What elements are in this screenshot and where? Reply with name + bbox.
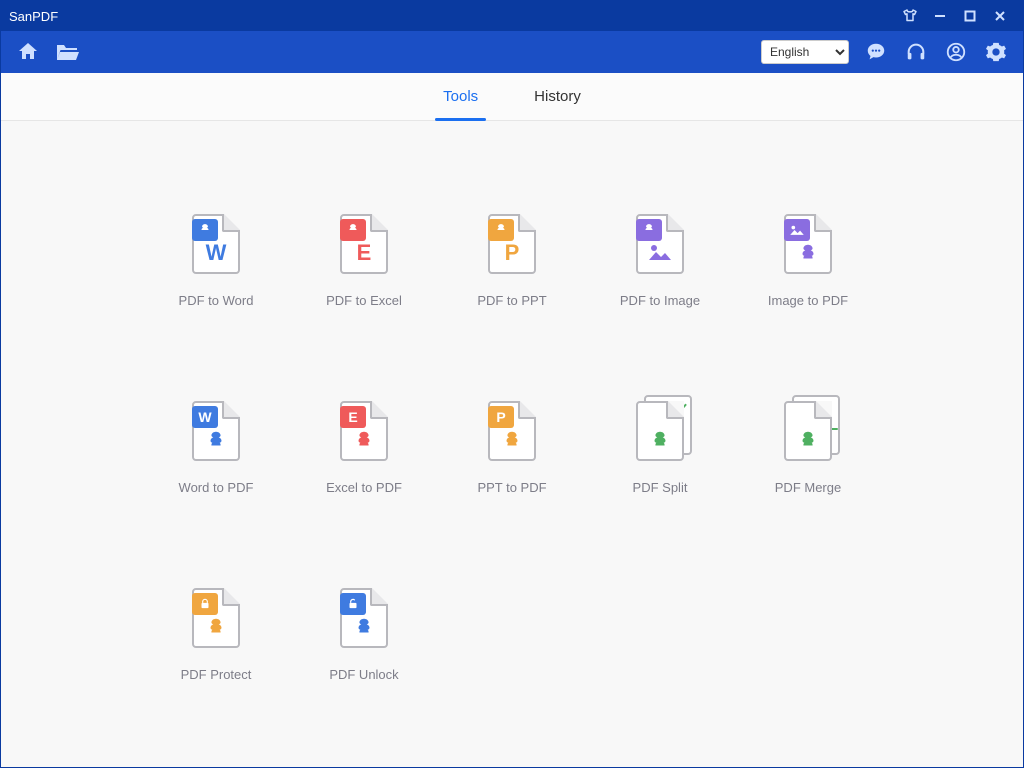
tool-pdf-to-image[interactable]: PDF to Image — [586, 211, 734, 308]
pdf-split-icon — [630, 398, 690, 464]
tool-excel-to-pdf[interactable]: E Excel to PDF — [290, 398, 438, 495]
open-folder-icon[interactable] — [55, 39, 81, 65]
tool-label: PDF Split — [633, 480, 688, 495]
toolbar: English — [1, 31, 1023, 73]
tool-pdf-to-excel[interactable]: E PDF to Excel — [290, 211, 438, 308]
home-icon[interactable] — [15, 39, 41, 65]
tab-history-label: History — [534, 88, 581, 105]
tool-ppt-to-pdf[interactable]: P PPT to PDF — [438, 398, 586, 495]
chat-icon[interactable] — [863, 39, 889, 65]
image-to-pdf-icon — [778, 211, 838, 277]
tool-label: PDF to Excel — [326, 293, 402, 308]
tool-word-to-pdf[interactable]: W Word to PDF — [142, 398, 290, 495]
app-window: SanPDF English — [0, 0, 1024, 768]
pdf-to-ppt-icon: P — [482, 211, 542, 277]
tool-pdf-unlock[interactable]: PDF Unlock — [290, 585, 438, 682]
tool-image-to-pdf[interactable]: Image to PDF — [734, 211, 882, 308]
headphones-icon[interactable] — [903, 39, 929, 65]
tool-label: PDF to Image — [620, 293, 700, 308]
tool-label: PDF Protect — [181, 667, 252, 682]
excel-to-pdf-icon: E — [334, 398, 394, 464]
tab-tools-label: Tools — [443, 88, 478, 105]
pdf-to-word-icon: W — [186, 211, 246, 277]
app-title: SanPDF — [9, 9, 58, 24]
pdf-to-excel-icon: E — [334, 211, 394, 277]
settings-icon[interactable] — [983, 39, 1009, 65]
titlebar: SanPDF — [1, 1, 1023, 31]
tool-pdf-to-word[interactable]: W PDF to Word — [142, 211, 290, 308]
ppt-to-pdf-icon: P — [482, 398, 542, 464]
tool-label: PDF to Word — [179, 293, 254, 308]
tools-grid: W PDF to Word E PDF to Excel — [61, 211, 963, 682]
tool-label: Image to PDF — [768, 293, 848, 308]
tool-label: PPT to PDF — [477, 480, 546, 495]
tool-label: Excel to PDF — [326, 480, 402, 495]
tool-label: PDF Unlock — [329, 667, 398, 682]
tool-label: PDF Merge — [775, 480, 841, 495]
language-select[interactable]: English — [761, 40, 849, 64]
tabs-bar: Tools History — [1, 73, 1023, 121]
tool-label: Word to PDF — [179, 480, 254, 495]
account-icon[interactable] — [943, 39, 969, 65]
tab-tools[interactable]: Tools — [443, 73, 478, 121]
tool-pdf-protect[interactable]: PDF Protect — [142, 585, 290, 682]
pdf-protect-icon — [186, 585, 246, 651]
tool-label: PDF to PPT — [477, 293, 546, 308]
tab-history[interactable]: History — [534, 73, 581, 121]
word-to-pdf-icon: W — [186, 398, 246, 464]
tool-pdf-merge[interactable]: PDF Merge — [734, 398, 882, 495]
tool-pdf-to-ppt[interactable]: P PDF to PPT — [438, 211, 586, 308]
minimize-button[interactable] — [925, 1, 955, 31]
pdf-unlock-icon — [334, 585, 394, 651]
pdf-merge-icon — [778, 398, 838, 464]
maximize-button[interactable] — [955, 1, 985, 31]
pdf-to-image-icon — [630, 211, 690, 277]
shirt-icon[interactable] — [895, 1, 925, 31]
content-area: W PDF to Word E PDF to Excel — [1, 121, 1023, 767]
close-button[interactable] — [985, 1, 1015, 31]
tool-pdf-split[interactable]: PDF Split — [586, 398, 734, 495]
